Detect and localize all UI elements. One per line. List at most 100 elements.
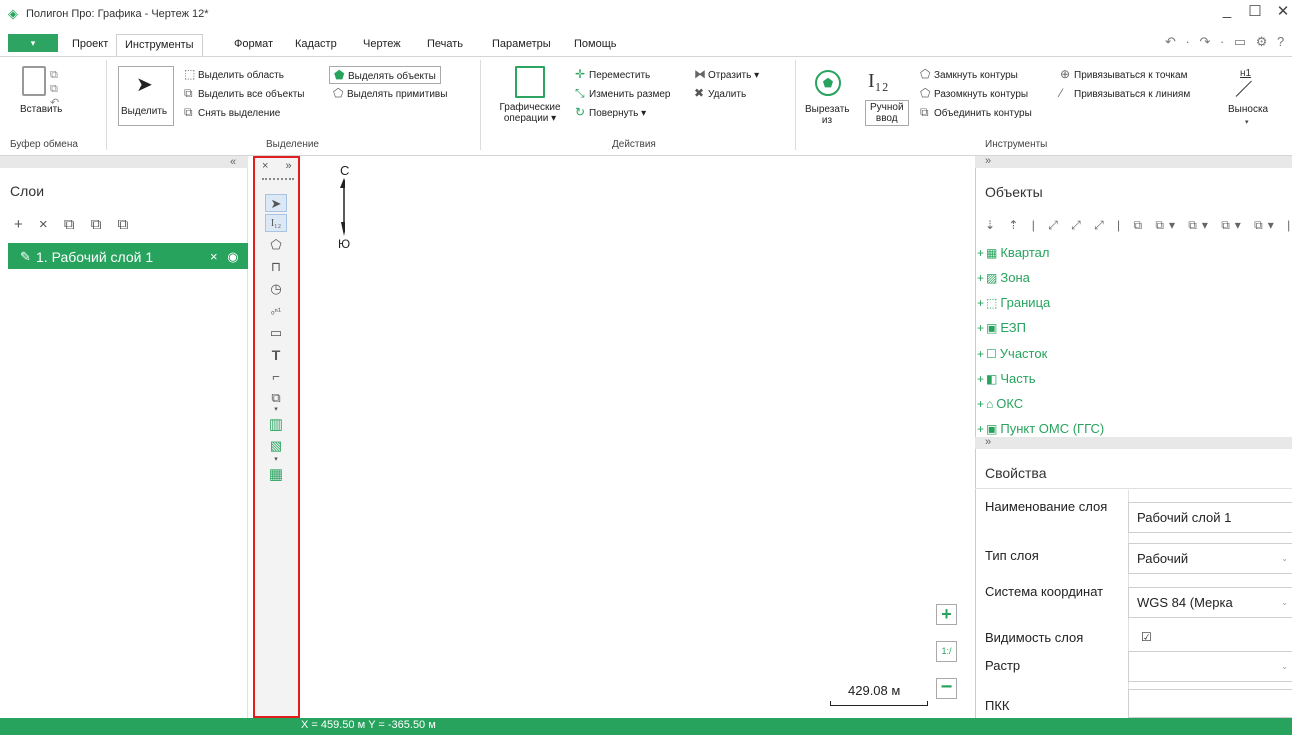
close-button[interactable]: ✕ (1272, 2, 1292, 20)
manual-input-button[interactable]: Ручной ввод (865, 100, 909, 126)
graphic-ops-button[interactable]: Графические операции ▾ (495, 102, 565, 124)
tree-item-zone[interactable]: + ▨ Зона (977, 270, 1030, 285)
prop-label-raster: Растр (985, 658, 1021, 673)
raster-select[interactable]: ⌄ (1128, 651, 1292, 682)
layers-panel-strip (0, 156, 248, 168)
open-contours-button[interactable]: ⬠ Разомкнуть контуры (920, 86, 1028, 100)
file-menu-button[interactable]: ▾ (8, 34, 58, 52)
manual-input-tool-icon[interactable]: I₁₂ (265, 214, 287, 232)
pkk-field[interactable] (1128, 689, 1292, 718)
move-button[interactable]: ✛ Переместить (575, 67, 650, 81)
cut-from-button[interactable]: Вырезать из (805, 104, 849, 126)
tree-item-border[interactable]: + ⬚ Граница (977, 295, 1050, 310)
zoom-in-button[interactable]: + (936, 604, 957, 625)
table-tool-icon[interactable]: ▦ (265, 466, 287, 484)
tab-help[interactable]: Помощь (566, 34, 625, 56)
properties-title: Свойства (985, 465, 1047, 481)
symbol-tool-icon[interactable]: ⧉ (265, 389, 287, 407)
resize-button[interactable]: ⤡ Изменить размер (575, 86, 670, 101)
rotate-button[interactable]: ↻ Повернуть ▾ (575, 105, 646, 119)
pattern-fill-tool-icon[interactable]: ▧ (265, 437, 287, 455)
dimension-tool-icon[interactable]: ⌐ (265, 368, 287, 386)
layer-name-field[interactable]: Рабочий слой 1 (1128, 502, 1292, 533)
hatch-fill-tool-icon[interactable]: ▥ (265, 416, 287, 434)
parcel-icon: ☐ (986, 347, 997, 361)
tree-item-ezp[interactable]: + ▣ ЕЗП (977, 320, 1026, 335)
graphic-ops-icon (515, 66, 545, 98)
select-tool-icon[interactable]: ➤ (265, 194, 287, 212)
cursor-arrow-icon: ➤ (136, 74, 153, 96)
snap-lines-toggle[interactable]: ⁄ Привязываться к линиям (1060, 86, 1190, 100)
survey-point-icon: ▣ (986, 422, 998, 436)
tree-item-parcel[interactable]: + ☐ Участок (977, 346, 1047, 361)
select-all-icon: ⧉ (184, 86, 193, 100)
coord-system-select[interactable]: WGS 84 (Мерка ⌄ (1128, 587, 1292, 618)
pentagon-icon: ⬟ (334, 68, 345, 82)
tab-format[interactable]: Формат (226, 34, 281, 56)
prop-label-visibility: Видимость слоя (985, 630, 1084, 645)
tree-item-survey-point[interactable]: + ▣ Пункт ОМС (ГГС) (977, 421, 1104, 436)
callout-caret[interactable]: ▾ (1245, 118, 1249, 126)
ezp-icon: ▣ (986, 321, 998, 335)
open-polygon-icon: ⬠ (920, 86, 931, 100)
layer-actions[interactable]: × ◉ · (210, 249, 256, 265)
minimize-button[interactable]: _ (1216, 2, 1238, 19)
deselect-button[interactable]: ⧉ Снять выделение (184, 105, 280, 120)
snap-points-toggle[interactable]: ⊕ Привязываться к точкам (1060, 67, 1187, 81)
merge-contours-button[interactable]: ⧉ Объединить контуры (920, 105, 1032, 120)
zoom-out-button[interactable]: − (936, 677, 957, 699)
quick-access-toolbar[interactable]: ↶ · ↷ · ▭ ⚙ ? (1165, 34, 1287, 50)
tab-drawing[interactable]: Чертеж (355, 34, 409, 56)
select-objects-toggle[interactable]: ⬟ Выделять объекты (329, 66, 441, 84)
paste-button[interactable]: Вставить (20, 104, 62, 115)
callout-button[interactable]: Выноска (1228, 104, 1268, 115)
delete-button[interactable]: ✖ Удалить (694, 86, 746, 100)
status-bar (0, 718, 1292, 735)
layer-name: 1. Рабочий слой 1 (36, 249, 154, 265)
select-primitives-toggle[interactable]: ⬠ Выделять примитивы (333, 86, 447, 100)
tab-project[interactable]: Проект (64, 34, 116, 56)
close-contours-button[interactable]: ⬠ Замкнуть контуры (920, 67, 1018, 81)
layer-type-select[interactable]: Рабочий ⌄ (1128, 543, 1292, 574)
ribbon-separator (480, 60, 481, 150)
mirror-icon: ⧓ (694, 67, 706, 81)
collapse-properties-button[interactable]: » (985, 436, 991, 448)
objects-panel-strip (975, 156, 1292, 168)
tree-item-part[interactable]: + ◧ Часть (977, 371, 1035, 386)
delete-icon: ✖ (694, 86, 705, 100)
visibility-checkbox[interactable]: ☑ (1141, 630, 1152, 644)
cut-from-icon: ⬟ (815, 70, 841, 96)
polygon-tool-icon[interactable]: ⬠ (265, 236, 287, 254)
maximize-button[interactable]: ☐ (1244, 2, 1266, 20)
tab-parameters[interactable]: Параметры (484, 34, 559, 56)
text-tool-icon[interactable]: T (265, 346, 287, 364)
fill-tool-caret[interactable]: ▾ (265, 456, 287, 464)
tab-tools[interactable]: Инструменты (116, 34, 203, 57)
selection-group-label: Выделение (266, 139, 319, 150)
toolbox-header[interactable]: × » (262, 160, 299, 172)
south-label: Ю (338, 237, 351, 251)
select-label: Выделить (121, 106, 168, 117)
zoom-scale-button[interactable]: 1:/ (936, 641, 957, 662)
drawing-canvas[interactable] (300, 156, 975, 718)
tab-cadastre[interactable]: Кадастр (287, 34, 345, 56)
mirror-button[interactable]: ⧓ Отразить ▾ (694, 67, 759, 81)
window-title: Полигон Про: Графика - Чертеж 12* (26, 8, 209, 20)
select-all-button[interactable]: ⧉ Выделить все объекты (184, 86, 304, 101)
tab-print[interactable]: Печать (419, 34, 471, 56)
rectangle-tool-icon[interactable]: ▭ (265, 324, 287, 342)
layers-title: Слои (10, 183, 45, 199)
tools-group-label: Инструменты (985, 139, 1048, 150)
tree-item-oks[interactable]: + ⌂ ОКС (977, 396, 1023, 411)
layers-toolbar[interactable]: + × ⧉ ⧉ ⧉ (14, 216, 134, 233)
toolbox-grip[interactable] (262, 178, 294, 180)
polyline-tool-icon[interactable]: ⊓ (265, 258, 287, 276)
point-label-tool-icon[interactable]: ₒⁿ¹ (265, 302, 287, 320)
circle-tool-icon[interactable]: ◷ (265, 280, 287, 298)
symbol-tool-caret[interactable]: ▾ (265, 406, 287, 414)
select-area-button[interactable]: ⬚ Выделить область (184, 67, 284, 81)
tree-item-quarter[interactable]: + ▦ Квартал (977, 245, 1050, 260)
collapse-objects-button[interactable]: » (985, 155, 991, 167)
objects-toolbar[interactable]: ⇣ ⇡ | ⤢ ⤢ ⤢ | ⧉ ⧉▾ ⧉▾ ⧉▾ ⧉▾ | ✕ (985, 218, 1292, 233)
collapse-left-panel-button[interactable]: « (230, 156, 236, 168)
